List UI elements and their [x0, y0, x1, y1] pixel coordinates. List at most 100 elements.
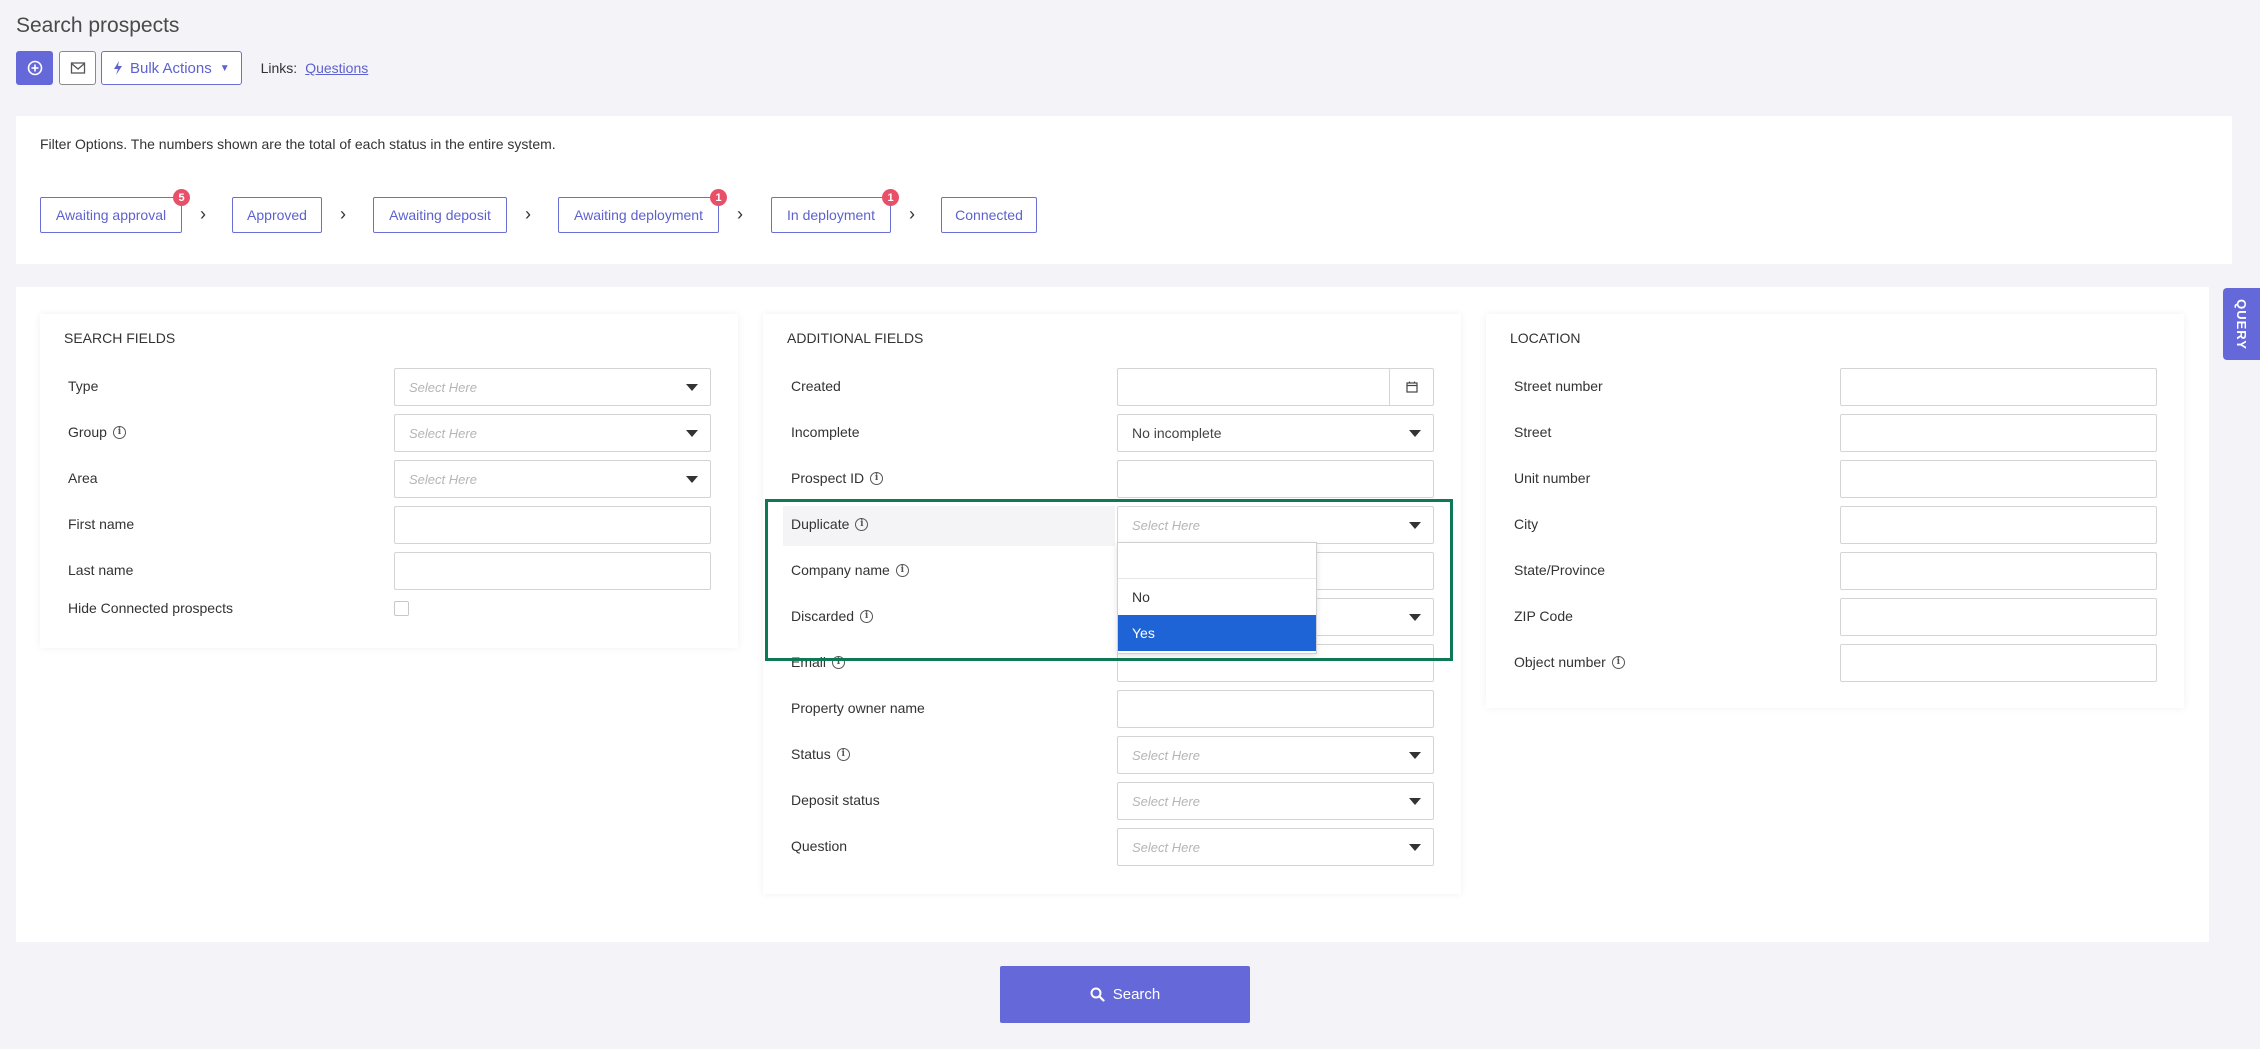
status-awaiting-deposit[interactable]: Awaiting deposit	[373, 197, 507, 233]
status-label: In deployment	[787, 207, 875, 223]
links-label: Links:	[260, 60, 298, 76]
type-select[interactable]: Select Here	[394, 368, 711, 406]
highlight-box	[765, 499, 1453, 661]
label-text: Status	[791, 746, 831, 762]
hide-connected-checkbox[interactable]	[394, 601, 409, 616]
label-text: Deposit status	[791, 792, 880, 808]
area-select[interactable]: Select Here	[394, 460, 711, 498]
property-owner-input[interactable]	[1117, 690, 1434, 728]
zip-code-label: ZIP Code	[1514, 608, 1573, 624]
label-text: Property owner name	[791, 700, 925, 716]
label-text: City	[1514, 516, 1539, 532]
status-in-deployment[interactable]: In deployment 1	[771, 189, 899, 233]
status-awaiting-approval[interactable]: Awaiting approval 5	[40, 189, 190, 233]
type-label: Type	[68, 378, 98, 394]
status-select[interactable]: Select Here	[1117, 736, 1434, 774]
zip-code-input[interactable]	[1840, 598, 2157, 636]
unit-number-label: Unit number	[1514, 470, 1590, 486]
incomplete-select[interactable]: No incomplete	[1117, 414, 1434, 452]
last-name-input[interactable]	[394, 552, 711, 590]
envelope-icon	[70, 62, 85, 74]
created-date-input[interactable]	[1117, 368, 1434, 406]
caret-down-icon	[1409, 752, 1421, 759]
label-text: State/Province	[1514, 562, 1606, 578]
chevron-right-icon: ›	[340, 204, 346, 224]
label-text: Hide Connected prospects	[68, 600, 233, 616]
section-title: LOCATION	[1510, 330, 1581, 346]
hide-connected-label: Hide Connected prospects	[68, 600, 233, 616]
label-text: Prospect ID	[791, 470, 865, 486]
select-placeholder: Select Here	[1132, 839, 1200, 855]
caret-down-icon	[686, 476, 698, 483]
status-count-badge: 1	[882, 189, 899, 206]
label-text: Street	[1514, 424, 1552, 440]
caret-down-icon: ▼	[219, 62, 230, 74]
info-icon[interactable]: i	[870, 471, 884, 485]
query-tab-label: QUERY	[2234, 298, 2249, 350]
status-label: Approved	[247, 207, 307, 223]
email-button[interactable]	[59, 51, 96, 85]
deposit-status-label: Deposit status	[791, 792, 880, 808]
lightning-icon	[114, 61, 122, 75]
status-label: Awaiting approval	[55, 207, 167, 223]
object-number-input[interactable]	[1840, 644, 2157, 682]
group-label: Group i	[68, 424, 126, 440]
query-tab[interactable]: QUERY	[2223, 288, 2260, 360]
page-title: Search prospects	[16, 14, 180, 37]
status-label: Awaiting deposit	[389, 207, 491, 223]
status-connected[interactable]: Connected	[941, 197, 1037, 233]
info-icon[interactable]: i	[1611, 655, 1625, 669]
label-text: Group	[68, 424, 107, 440]
first-name-input[interactable]	[394, 506, 711, 544]
state-province-input[interactable]	[1840, 552, 2157, 590]
select-placeholder: Select Here	[409, 379, 477, 395]
incomplete-label: Incomplete	[791, 424, 859, 440]
bulk-actions-button[interactable]: Bulk Actions ▼	[101, 51, 242, 85]
last-name-label: Last name	[68, 562, 133, 578]
chevron-right-icon: ›	[200, 204, 206, 224]
status-awaiting-deployment[interactable]: Awaiting deployment 1	[558, 189, 727, 233]
search-icon	[1090, 987, 1105, 1002]
status-label: Awaiting deployment	[574, 207, 703, 223]
caret-down-icon	[1409, 798, 1421, 805]
plus-circle-icon	[27, 60, 42, 76]
prospect-id-input[interactable]	[1117, 460, 1434, 498]
question-label: Question	[791, 838, 847, 854]
label-text: Unit number	[1514, 470, 1591, 486]
chevron-right-icon: ›	[525, 204, 531, 224]
label-text: Created	[791, 378, 841, 394]
section-title: ADDITIONAL FIELDS	[787, 330, 924, 346]
city-input[interactable]	[1840, 506, 2157, 544]
info-icon[interactable]: i	[112, 425, 126, 439]
link-questions[interactable]: Questions	[305, 60, 368, 76]
street-input[interactable]	[1840, 414, 2157, 452]
deposit-status-select[interactable]: Select Here	[1117, 782, 1434, 820]
street-number-input[interactable]	[1840, 368, 2157, 406]
caret-down-icon	[1409, 844, 1421, 851]
info-icon[interactable]: i	[836, 747, 850, 761]
label-text: Question	[791, 838, 848, 854]
label-text: Area	[68, 470, 98, 486]
select-value: No incomplete	[1132, 425, 1222, 441]
select-placeholder: Select Here	[409, 471, 477, 487]
area-label: Area	[68, 470, 98, 486]
chevron-right-icon: ›	[737, 204, 743, 224]
state-province-label: State/Province	[1514, 562, 1605, 578]
calendar-icon[interactable]	[1389, 369, 1433, 405]
question-select[interactable]: Select Here	[1117, 828, 1434, 866]
group-select[interactable]: Select Here	[394, 414, 711, 452]
status-label: Connected	[955, 207, 1023, 223]
status-count-badge: 1	[710, 189, 727, 206]
add-button[interactable]	[16, 51, 53, 85]
label-text: Incomplete	[791, 424, 860, 440]
label-text: Street number	[1514, 378, 1603, 394]
status-approved[interactable]: Approved	[232, 197, 322, 233]
search-button[interactable]: Search	[1000, 966, 1250, 1023]
created-label: Created	[791, 378, 841, 394]
chevron-right-icon: ›	[909, 204, 915, 224]
unit-number-input[interactable]	[1840, 460, 2157, 498]
label-text: Type	[68, 378, 99, 394]
caret-down-icon	[1409, 430, 1421, 437]
object-number-label: Object number i	[1514, 654, 1625, 670]
label-text: First name	[68, 516, 135, 532]
